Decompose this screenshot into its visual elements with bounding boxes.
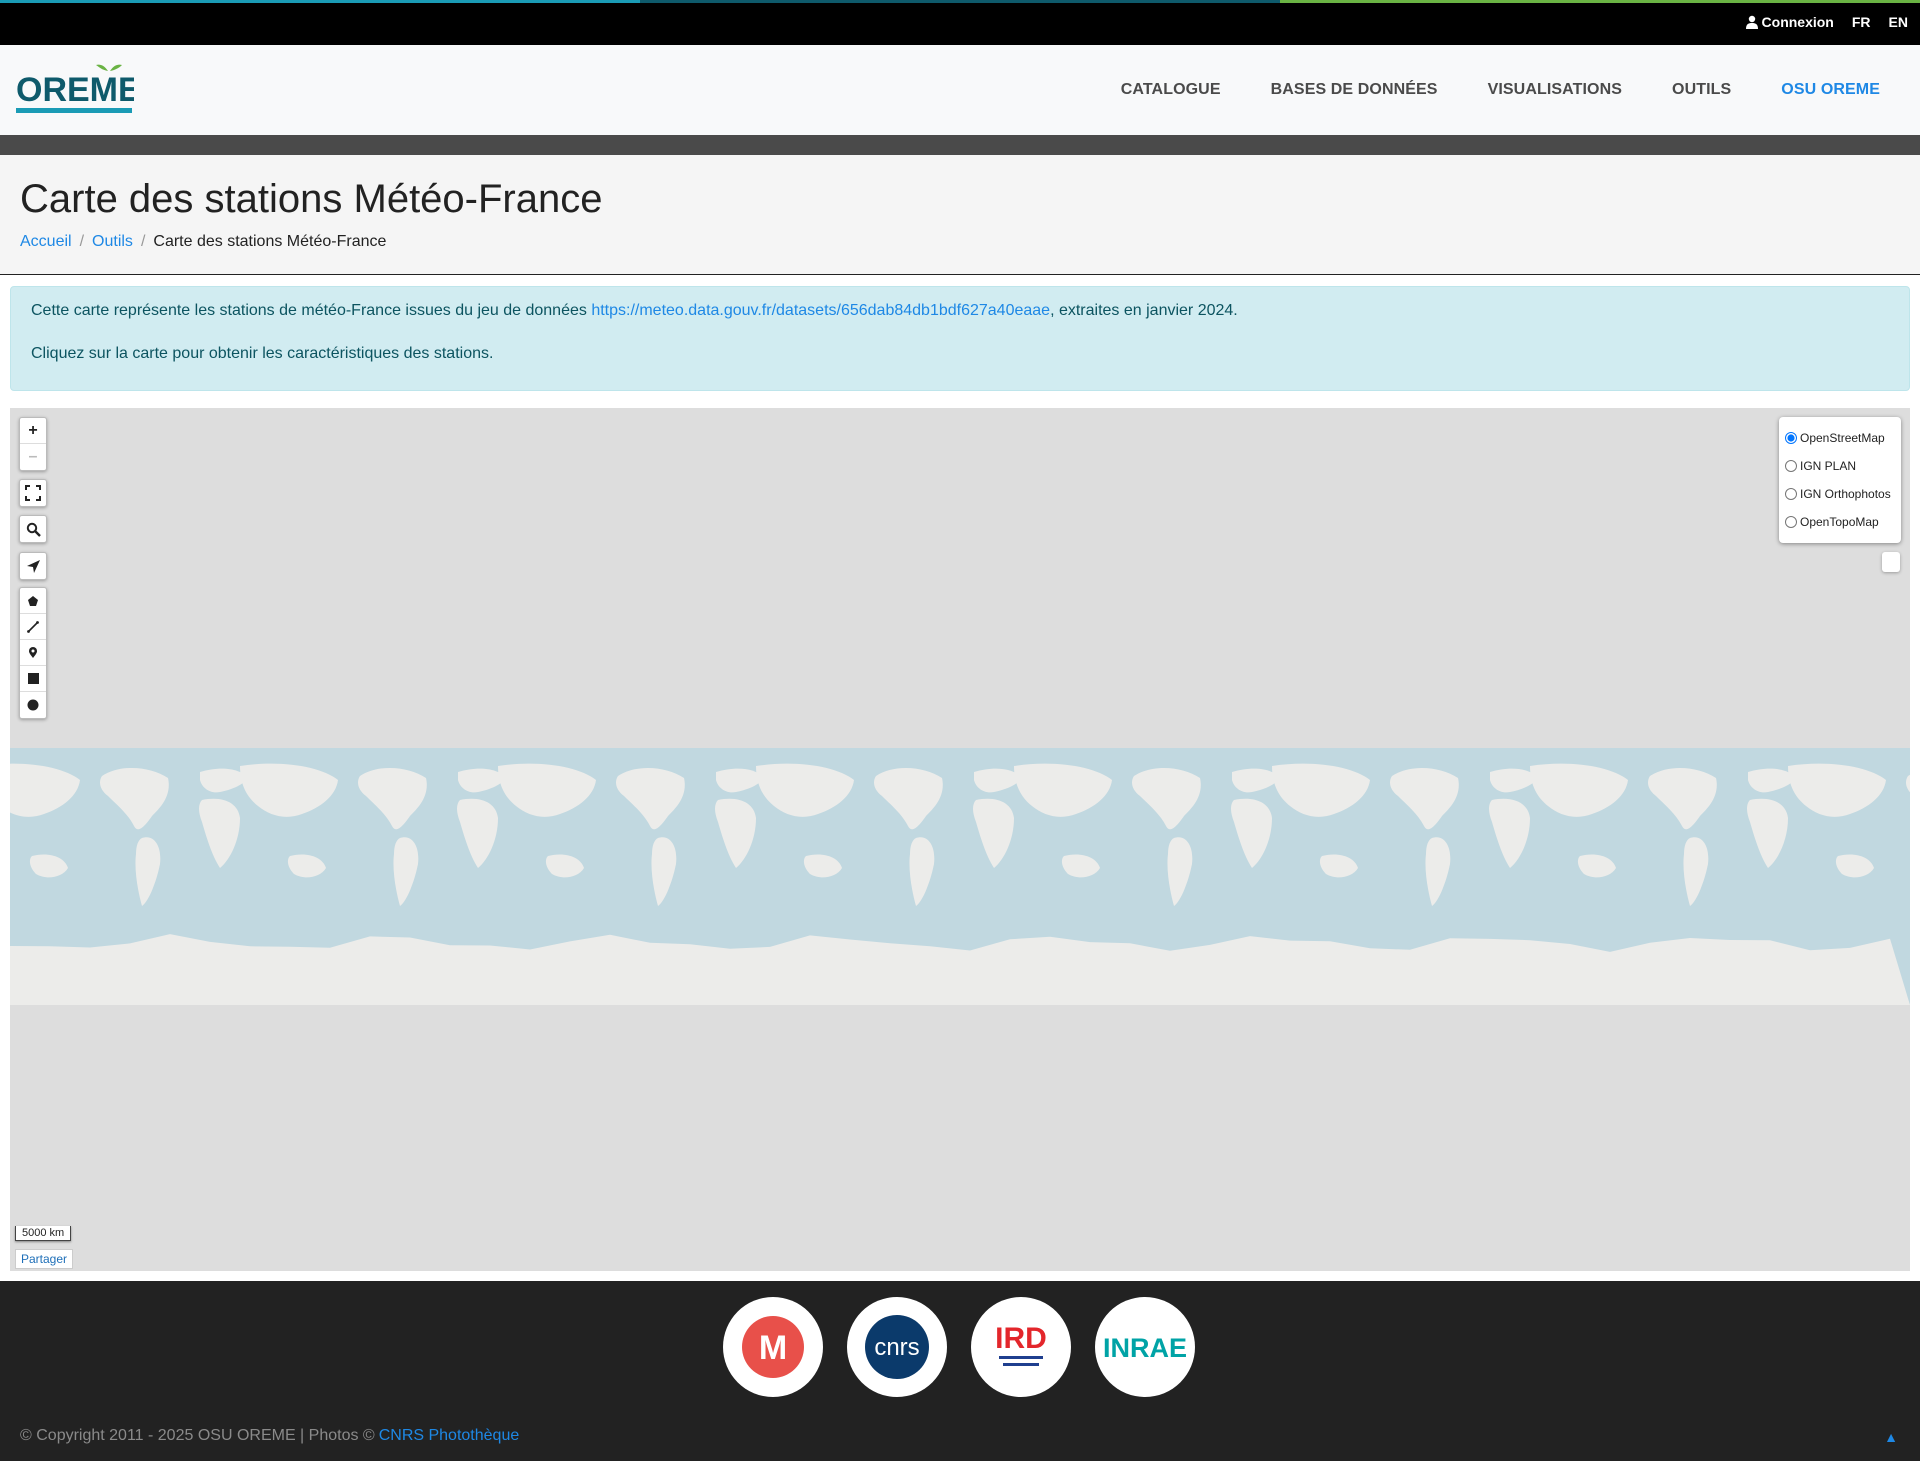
nav-osu-oreme[interactable]: OSU OREME bbox=[1756, 81, 1880, 99]
partner-logo-universite-montpellier[interactable]: M bbox=[723, 1297, 823, 1397]
layer-label: IGN Orthophotos bbox=[1800, 487, 1891, 501]
search-button[interactable] bbox=[20, 516, 46, 542]
search-control bbox=[19, 515, 47, 543]
oreme-logo[interactable]: OREME bbox=[16, 61, 141, 117]
partner-logo-text: IRD bbox=[995, 1322, 1047, 1355]
zoom-in-button[interactable]: + bbox=[20, 418, 46, 444]
locate-button[interactable] bbox=[20, 553, 46, 579]
cnrs-logo: cnrs bbox=[865, 1315, 929, 1379]
partner-logo-cnrs[interactable]: cnrs bbox=[847, 1297, 947, 1397]
nav-bases-de-donnees[interactable]: BASES DE DONNÉES bbox=[1246, 81, 1463, 99]
svg-text:OREME: OREME bbox=[16, 71, 134, 109]
photo-credit-link[interactable]: CNRS Photothèque bbox=[379, 1427, 520, 1445]
layer-option-openstreetmap[interactable]: OpenStreetMap bbox=[1785, 424, 1895, 452]
stripe-segment bbox=[0, 0, 640, 3]
location-arrow-icon bbox=[26, 559, 40, 573]
stripe-segment bbox=[1280, 0, 1920, 3]
info-alert: Cette carte représente les stations de m… bbox=[10, 286, 1910, 391]
copyright: © Copyright 2011 - 2025 OSU OREME | Phot… bbox=[20, 1427, 519, 1445]
polyline-icon bbox=[27, 620, 39, 633]
site-header: OREME CATALOGUE BASES DE DONNÉES VISUALI… bbox=[0, 45, 1920, 135]
layer-radio[interactable] bbox=[1785, 516, 1797, 528]
layer-option-opentopomap[interactable]: OpenTopoMap bbox=[1785, 508, 1895, 536]
scale-bar: 5000 km bbox=[15, 1226, 72, 1241]
draw-line-button[interactable] bbox=[20, 614, 46, 640]
draw-toolbar bbox=[19, 587, 47, 719]
map-viewport[interactable]: + – OpenStreetMap IGN PLAN IGN Orthophot… bbox=[10, 408, 1910, 1271]
layer-option-ign-orthophotos[interactable]: IGN Orthophotos bbox=[1785, 480, 1895, 508]
alert-text-after: , extraites en janvier 2024. bbox=[1050, 302, 1238, 319]
alert-line-2: Cliquez sur la carte pour obtenir les ca… bbox=[31, 344, 494, 362]
draw-marker-button[interactable] bbox=[20, 640, 46, 666]
breadcrumb-current: Carte des stations Météo-France bbox=[153, 233, 387, 250]
user-icon bbox=[1745, 15, 1758, 29]
locate-control bbox=[19, 552, 47, 580]
fullscreen-button[interactable] bbox=[20, 480, 46, 506]
breadcrumb-home-link[interactable]: Accueil bbox=[20, 233, 72, 251]
circle-icon bbox=[27, 699, 39, 711]
layer-label: OpenStreetMap bbox=[1800, 431, 1885, 445]
overlay-toggle-button[interactable] bbox=[1882, 552, 1900, 572]
stripe-segment bbox=[640, 0, 1280, 3]
partner-logo-text: M bbox=[759, 1329, 787, 1367]
world-map-tiles[interactable] bbox=[10, 748, 1910, 1005]
search-icon bbox=[26, 522, 41, 537]
fullscreen-control bbox=[19, 479, 47, 507]
breadcrumb: Accueil / Outils / Carte des stations Mé… bbox=[20, 233, 386, 251]
draw-circle-button[interactable] bbox=[20, 692, 46, 718]
fullscreen-icon bbox=[25, 485, 41, 501]
back-to-top-button[interactable]: ▲ bbox=[1884, 1429, 1898, 1445]
oreme-logo-image: OREME bbox=[16, 64, 141, 113]
draw-rectangle-button[interactable] bbox=[20, 666, 46, 692]
breadcrumb-separator: / bbox=[140, 233, 146, 250]
top-bar: Connexion FR EN bbox=[0, 0, 1920, 45]
header-divider-band bbox=[0, 135, 1920, 155]
inrae-logo: INRAE bbox=[1103, 1333, 1187, 1363]
universite-montpellier-logo: M bbox=[742, 1316, 804, 1378]
login-label: Connexion bbox=[1761, 14, 1834, 30]
site-footer: M cnrs IRD INRAE © Copyright 2011 - 2025… bbox=[0, 1281, 1920, 1461]
breadcrumb-tools-link[interactable]: Outils bbox=[92, 233, 133, 251]
breadcrumb-separator: / bbox=[79, 233, 85, 250]
nav-visualisations[interactable]: VISUALISATIONS bbox=[1463, 81, 1647, 99]
layer-radio[interactable] bbox=[1785, 460, 1797, 472]
lang-fr-link[interactable]: FR bbox=[1852, 14, 1871, 30]
partner-logos: M cnrs IRD INRAE bbox=[723, 1297, 1195, 1397]
zoom-control: + – bbox=[19, 417, 47, 471]
layer-radio[interactable] bbox=[1785, 488, 1797, 500]
dataset-link[interactable]: https://meteo.data.gouv.fr/datasets/656d… bbox=[591, 302, 1050, 319]
draw-polygon-button[interactable] bbox=[20, 588, 46, 614]
ird-logo: IRD bbox=[995, 1322, 1047, 1366]
zoom-out-button[interactable]: – bbox=[20, 444, 46, 470]
main-nav: CATALOGUE BASES DE DONNÉES VISUALISATION… bbox=[1096, 45, 1880, 135]
share-button[interactable]: Partager bbox=[15, 1249, 74, 1269]
lang-en-link[interactable]: EN bbox=[1889, 14, 1908, 30]
partner-logo-text: INRAE bbox=[1103, 1333, 1187, 1363]
nav-catalogue[interactable]: CATALOGUE bbox=[1096, 81, 1246, 99]
nav-outils[interactable]: OUTILS bbox=[1647, 81, 1756, 99]
layer-label: OpenTopoMap bbox=[1800, 515, 1879, 529]
rectangle-icon bbox=[27, 673, 39, 684]
alert-line-1: Cette carte représente les stations de m… bbox=[31, 301, 1889, 322]
login-link[interactable]: Connexion bbox=[1745, 14, 1834, 30]
layer-option-ign-plan[interactable]: IGN PLAN bbox=[1785, 452, 1895, 480]
page-header: Carte des stations Météo-France Accueil … bbox=[0, 155, 1920, 275]
polygon-icon bbox=[28, 595, 38, 606]
partner-logo-inrae[interactable]: INRAE bbox=[1095, 1297, 1195, 1397]
alert-text-before: Cette carte représente les stations de m… bbox=[31, 302, 592, 319]
layer-switcher: OpenStreetMap IGN PLAN IGN Orthophotos O… bbox=[1779, 417, 1901, 543]
marker-icon bbox=[29, 647, 37, 658]
page-title: Carte des stations Météo-France bbox=[20, 177, 603, 221]
copyright-text: © Copyright 2011 - 2025 OSU OREME | Phot… bbox=[20, 1427, 375, 1444]
color-stripe bbox=[0, 0, 1920, 3]
layer-radio[interactable] bbox=[1785, 432, 1797, 444]
partner-logo-text: cnrs bbox=[874, 1334, 919, 1361]
layer-label: IGN PLAN bbox=[1800, 459, 1857, 473]
partner-logo-ird[interactable]: IRD bbox=[971, 1297, 1071, 1397]
